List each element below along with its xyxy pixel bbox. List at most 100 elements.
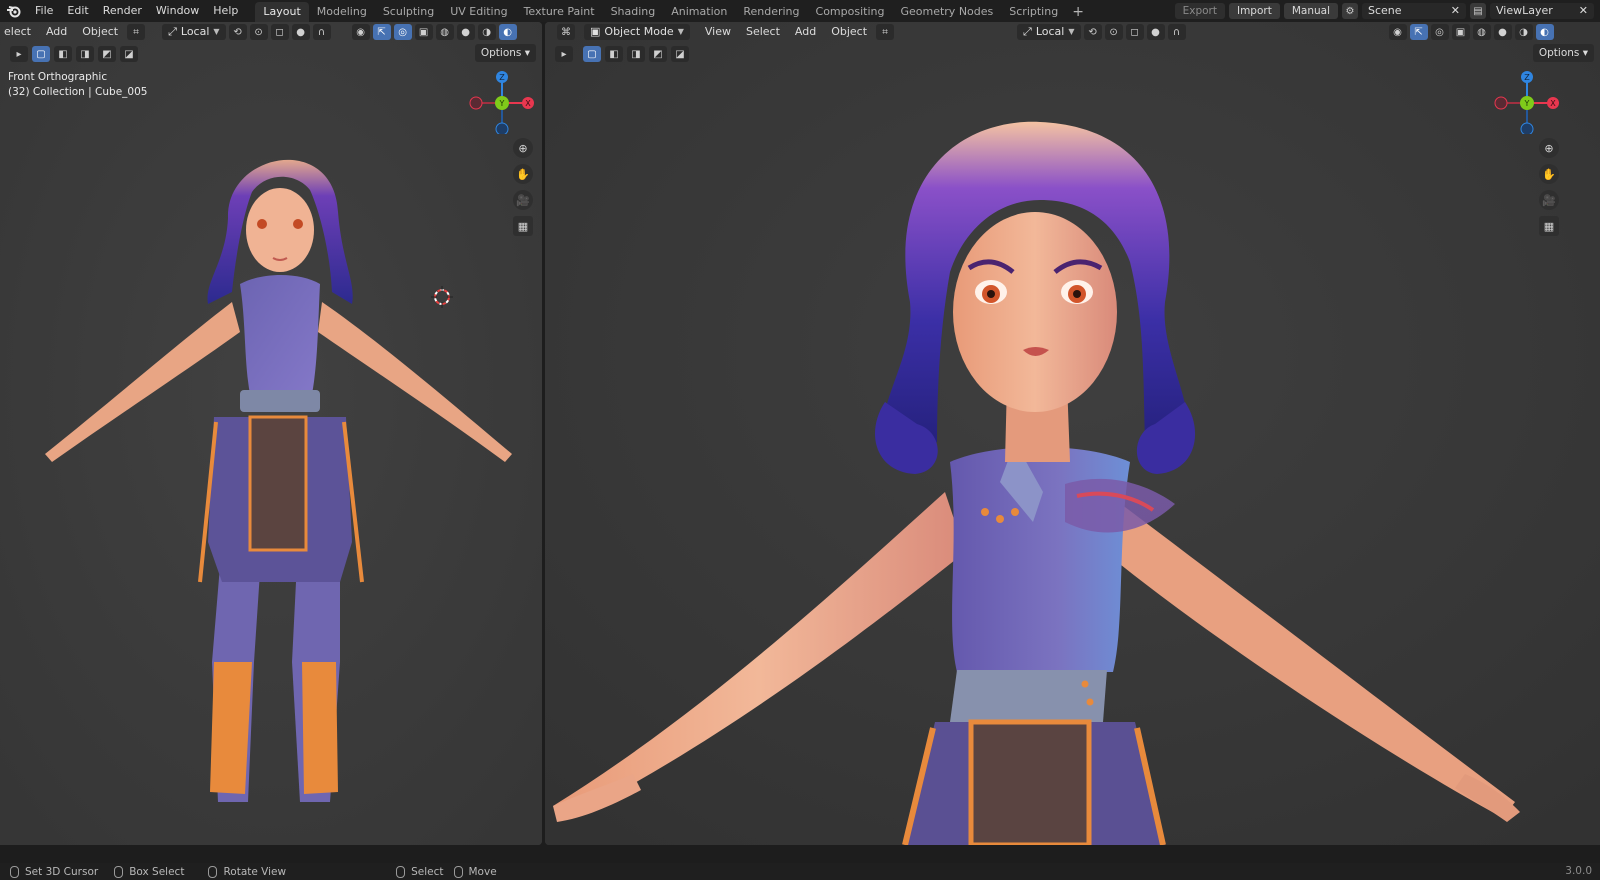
select-intersect-icon[interactable]: ◪ (671, 46, 689, 62)
tab-shading[interactable]: Shading (603, 2, 664, 22)
proportional-edit-icon[interactable]: ● (1146, 24, 1165, 40)
select-subtract-icon[interactable]: ◨ (76, 46, 94, 62)
pivot-icon[interactable]: ⟲ (1083, 24, 1102, 40)
manual-button[interactable]: Manual (1283, 3, 1338, 19)
chevron-down-icon: ▾ (1582, 47, 1588, 59)
snap-target-icon[interactable]: ◻ (270, 24, 289, 40)
select-extend-icon[interactable]: ◧ (54, 46, 72, 62)
overlay-toggle-icon[interactable]: ◎ (393, 24, 412, 40)
select-new-icon[interactable]: ▢ (32, 46, 50, 62)
tab-scripting[interactable]: Scripting (1001, 2, 1066, 22)
transform-orientation-dropdown[interactable]: ⤢ Local ▼ (1017, 24, 1081, 40)
view-layer-icon[interactable]: ▤ (1470, 3, 1486, 19)
blender-logo-icon[interactable] (0, 0, 28, 22)
object-type-icon[interactable]: ⌗ (127, 24, 146, 40)
zoom-icon[interactable]: ⊕ (513, 138, 533, 158)
solid-shading-icon[interactable]: ● (456, 24, 475, 40)
falloff-icon[interactable]: ∩ (312, 24, 331, 40)
tab-rendering[interactable]: Rendering (735, 2, 807, 22)
select-new-icon[interactable]: ▢ (583, 46, 601, 62)
select-invert-icon[interactable]: ◩ (98, 46, 116, 62)
tab-modeling[interactable]: Modeling (309, 2, 375, 22)
menu-view[interactable]: View (699, 24, 737, 40)
scene-icon[interactable]: ⚙ (1342, 3, 1358, 19)
gizmo-toggle-icon[interactable]: ⇱ (372, 24, 391, 40)
menu-edit[interactable]: Edit (60, 0, 95, 22)
menu-window[interactable]: Window (149, 0, 206, 22)
add-workspace-button[interactable]: + (1066, 2, 1090, 22)
visibility-icon[interactable]: ◉ (1388, 24, 1407, 40)
mode-label: Object Mode (604, 25, 674, 38)
navigation-gizmo[interactable]: Z X Y (464, 68, 540, 134)
grid-view-icon[interactable]: ▦ (513, 216, 533, 236)
falloff-icon[interactable]: ∩ (1167, 24, 1186, 40)
zoom-icon[interactable]: ⊕ (1539, 138, 1559, 158)
close-icon[interactable]: ✕ (1579, 3, 1588, 19)
snap-icon[interactable]: ⊙ (1104, 24, 1123, 40)
select-intersect-icon[interactable]: ◪ (120, 46, 138, 62)
snap-icon[interactable]: ⊙ (249, 24, 268, 40)
xray-icon[interactable]: ▣ (1451, 24, 1470, 40)
view-layer-field[interactable]: ViewLayer ✕ (1490, 3, 1594, 19)
import-button[interactable]: Import (1228, 3, 1280, 19)
visibility-icon[interactable]: ◉ (351, 24, 370, 40)
select-invert-icon[interactable]: ◩ (649, 46, 667, 62)
select-extend-icon[interactable]: ◧ (605, 46, 623, 62)
options-dropdown[interactable]: Options ▾ (1532, 44, 1594, 62)
left-select-modes: ▸ ▢ ◧ ◨ ◩ ◪ (0, 44, 542, 64)
right-nav-controls: ⊕ ✋ 🎥 ▦ (1539, 138, 1559, 236)
tab-compositing[interactable]: Compositing (808, 2, 893, 22)
xray-icon[interactable]: ▣ (414, 24, 433, 40)
tab-sculpting[interactable]: Sculpting (375, 2, 442, 22)
left-viewport[interactable]: elect Add Object ⌗ ⤢ Local ▼ ⟲ ⊙ ◻ ● ∩ ◉ ⇱… (0, 22, 542, 845)
menu-add[interactable]: Add (40, 24, 73, 40)
menu-select[interactable]: Select (740, 24, 786, 40)
scene-field[interactable]: Scene ✕ (1362, 3, 1466, 19)
navigation-gizmo[interactable]: Z X Y (1489, 68, 1565, 134)
grid-view-icon[interactable]: ▦ (1539, 216, 1559, 236)
gizmo-toggle-icon[interactable]: ⇱ (1409, 24, 1428, 40)
select-tool-icon[interactable]: ▸ (555, 46, 573, 62)
solid-shading-icon[interactable]: ● (1493, 24, 1512, 40)
editor-type-icon[interactable]: ⌘ (557, 24, 575, 40)
transform-orientation-dropdown[interactable]: ⤢ Local ▼ (162, 24, 226, 40)
export-button[interactable]: Export (1174, 3, 1225, 19)
status-select: Select (396, 865, 444, 878)
right-viewport[interactable]: ⌘ ▣ Object Mode ▼ View Select Add Object ⌗… (545, 22, 1600, 845)
menu-object[interactable]: Object (76, 24, 124, 40)
tab-uv-editing[interactable]: UV Editing (442, 2, 515, 22)
material-shading-icon[interactable]: ◑ (477, 24, 496, 40)
pan-hand-icon[interactable]: ✋ (1539, 164, 1559, 184)
3d-cursor-icon[interactable] (431, 286, 453, 308)
pivot-icon[interactable]: ⟲ (228, 24, 247, 40)
mouse-right-icon (396, 865, 406, 878)
material-shading-icon[interactable]: ◑ (1514, 24, 1533, 40)
rendered-shading-icon[interactable]: ◐ (1535, 24, 1554, 40)
mode-dropdown[interactable]: ▣ Object Mode ▼ (584, 24, 690, 40)
overlay-toggle-icon[interactable]: ◎ (1430, 24, 1449, 40)
tab-animation[interactable]: Animation (663, 2, 735, 22)
object-type-icon[interactable]: ⌗ (876, 24, 895, 40)
select-tool-icon[interactable]: ▸ (10, 46, 28, 62)
close-icon[interactable]: ✕ (1451, 3, 1460, 19)
rendered-shading-icon[interactable]: ◐ (498, 24, 517, 40)
tab-layout[interactable]: Layout (255, 2, 309, 22)
menu-object[interactable]: Object (825, 24, 873, 40)
menu-add[interactable]: Add (789, 24, 822, 40)
options-dropdown[interactable]: Options ▾ (474, 44, 536, 62)
tab-geometry-nodes[interactable]: Geometry Nodes (892, 2, 1001, 22)
snap-target-icon[interactable]: ◻ (1125, 24, 1144, 40)
menu-file[interactable]: File (28, 0, 60, 22)
menu-select[interactable]: elect (4, 24, 37, 40)
select-subtract-icon[interactable]: ◨ (627, 46, 645, 62)
proportional-edit-icon[interactable]: ● (291, 24, 310, 40)
pan-hand-icon[interactable]: ✋ (513, 164, 533, 184)
menu-render[interactable]: Render (96, 0, 149, 22)
wireframe-shading-icon[interactable]: ◍ (435, 24, 454, 40)
tab-texture-paint[interactable]: Texture Paint (516, 2, 603, 22)
menu-help[interactable]: Help (206, 0, 245, 22)
wireframe-shading-icon[interactable]: ◍ (1472, 24, 1491, 40)
camera-icon[interactable]: 🎥 (1539, 190, 1559, 210)
camera-icon[interactable]: 🎥 (513, 190, 533, 210)
version-label: 3.0.0 (1565, 865, 1592, 877)
